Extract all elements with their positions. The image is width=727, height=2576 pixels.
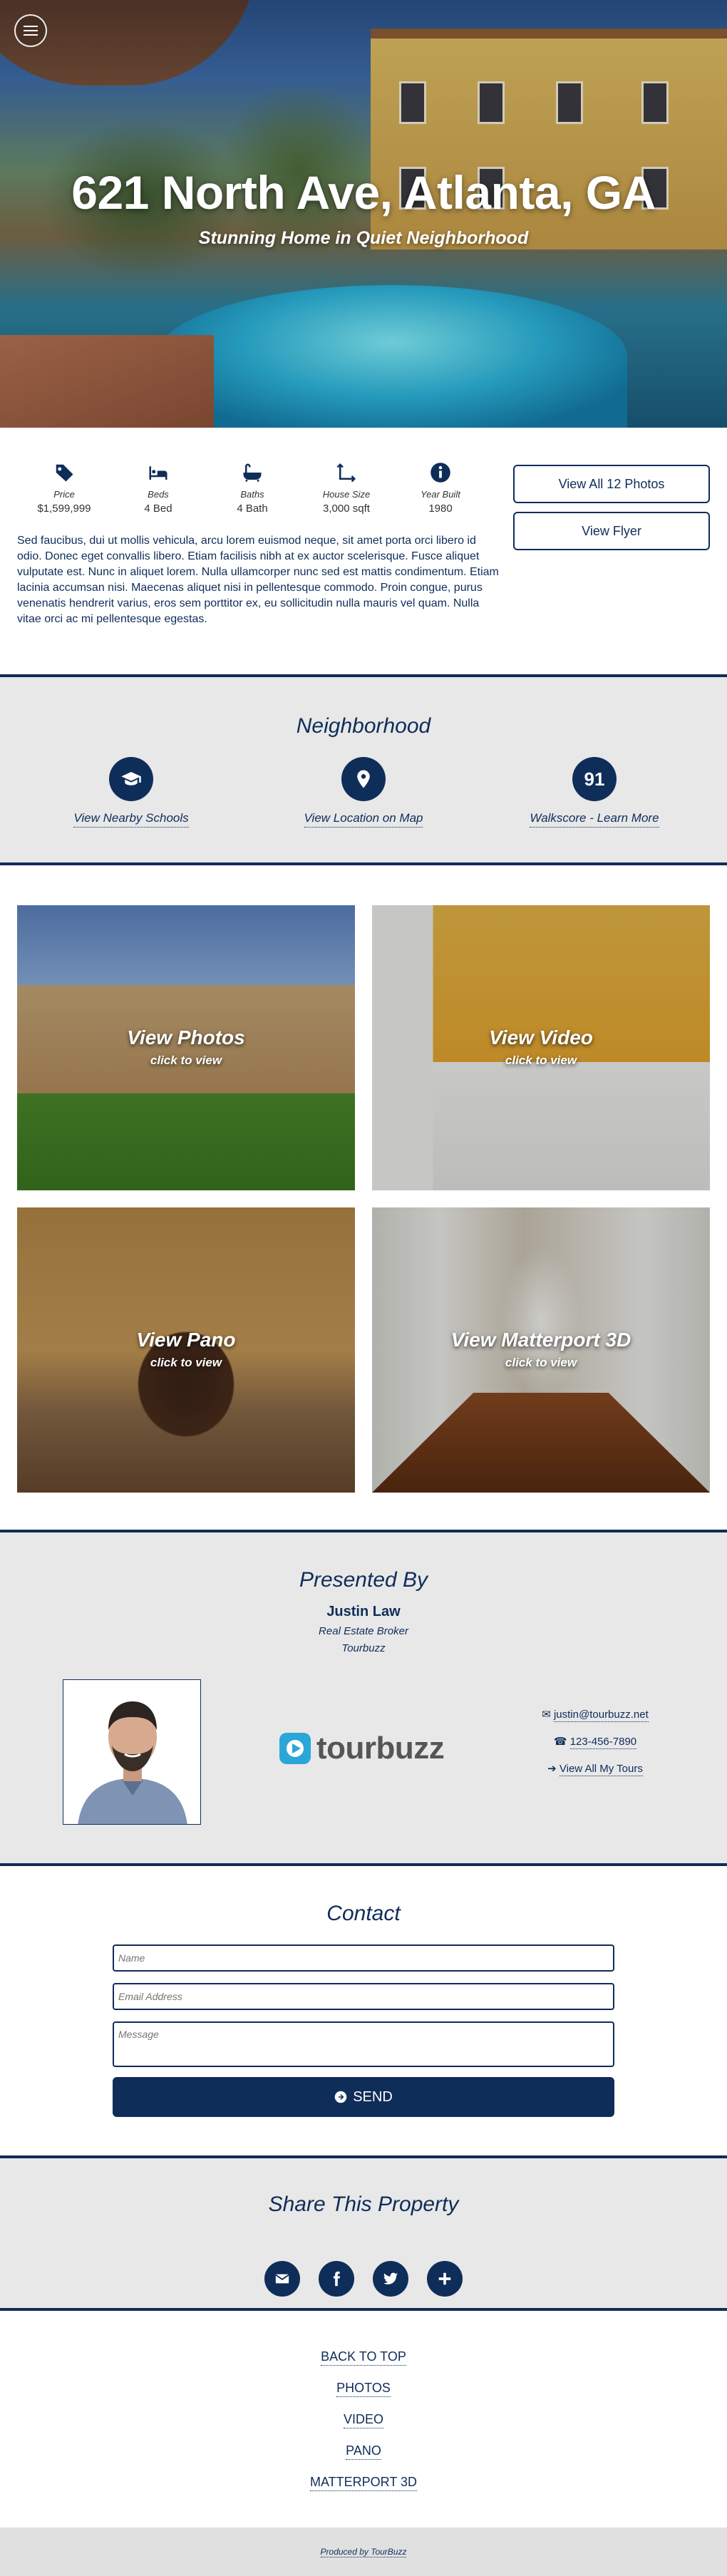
presented-by-title: Presented By: [299, 1568, 428, 1592]
house-size-icon: [336, 463, 356, 483]
agent-company: Tourbuzz: [341, 1642, 386, 1654]
contact-title: Contact: [326, 1902, 401, 1925]
price-tag-icon: [55, 464, 73, 482]
view-photos-tile[interactable]: View Photos click to view: [17, 905, 355, 1190]
agent-portrait-image: [63, 1680, 200, 1824]
property-address-title: 621 North Ave, Atlanta, GA: [71, 166, 656, 219]
walkscore-item[interactable]: 91 Walkscore - Learn More: [488, 757, 701, 828]
location-map-item[interactable]: View Location on Map: [257, 757, 470, 828]
share-section: Share This Property: [0, 2158, 727, 2309]
email-input[interactable]: [113, 1983, 614, 2010]
back-to-top-link[interactable]: BACK TO TOP: [321, 2349, 406, 2366]
graduation-cap-icon: [121, 772, 141, 785]
twitter-icon: [383, 2272, 398, 2284]
message-input[interactable]: [113, 2021, 614, 2067]
stat-price: Price $1,599,999: [17, 462, 111, 515]
neighborhood-section: Neighborhood View Nearby Schools View Lo…: [0, 677, 727, 862]
view-all-tours[interactable]: ➔ View All My Tours: [499, 1762, 691, 1776]
name-input[interactable]: [113, 1944, 614, 1972]
view-location-on-map-link[interactable]: View Location on Map: [304, 811, 423, 828]
footer-photos-link[interactable]: PHOTOS: [336, 2381, 391, 2397]
view-video-tile[interactable]: View Video click to view: [372, 905, 710, 1190]
stat-baths: Baths 4 Bath: [205, 462, 299, 515]
agent-role: Real Estate Broker: [319, 1625, 408, 1637]
tourbuzz-logo-icon: [279, 1733, 311, 1764]
send-button[interactable]: SEND: [113, 2077, 614, 2117]
view-flyer-button[interactable]: View Flyer: [513, 512, 710, 550]
view-matterport-tile[interactable]: View Matterport 3D click to view: [372, 1207, 710, 1493]
plus-icon: [438, 2272, 451, 2285]
arrow-circle-icon: [334, 2091, 347, 2103]
share-twitter-button[interactable]: [373, 2261, 408, 2297]
agent-photo: [63, 1679, 201, 1825]
hero-section: 621 North Ave, Atlanta, GA Stunning Home…: [0, 0, 727, 428]
bath-icon: [243, 463, 262, 483]
view-pano-tile[interactable]: View Pano click to view: [17, 1207, 355, 1493]
view-all-photos-button[interactable]: View All 12 Photos: [513, 465, 710, 503]
divider: [0, 862, 727, 865]
walkscore-badge: 91: [572, 757, 617, 801]
menu-button[interactable]: [14, 14, 47, 47]
tourbuzz-logo: tourbuzz: [279, 1731, 445, 1766]
neighborhood-title: Neighborhood: [296, 714, 431, 738]
share-email-button[interactable]: [264, 2261, 300, 2297]
agent-name: Justin Law: [326, 1604, 401, 1619]
envelope-icon: ✉: [542, 1709, 554, 1721]
footer-nav: BACK TO TOP PHOTOS VIDEO PANO MATTERPORT…: [0, 2314, 727, 2528]
footer-pano-link[interactable]: PANO: [346, 2443, 381, 2460]
view-nearby-schools-link[interactable]: View Nearby Schools: [73, 811, 189, 828]
footer-matterport-link[interactable]: MATTERPORT 3D: [309, 2475, 418, 2491]
share-facebook-button[interactable]: [319, 2261, 354, 2297]
presented-by-section: Presented By Justin Law Real Estate Brok…: [0, 1532, 727, 1865]
facebook-icon: [333, 2271, 341, 2287]
walkscore-link[interactable]: Walkscore - Learn More: [530, 811, 659, 828]
share-title: Share This Property: [268, 2193, 459, 2216]
footer-video-link[interactable]: VIDEO: [343, 2412, 383, 2428]
details-section: Price $1,599,999 Beds 4 Bed Baths 4 Bath…: [0, 428, 727, 676]
property-description: Sed faucibus, dui ut mollis vehicula, ar…: [17, 535, 499, 625]
agent-phone[interactable]: ☎ 123-456-7890: [499, 1735, 691, 1749]
arrow-circle-icon: ➔: [547, 1763, 560, 1775]
map-pin-icon: [357, 770, 370, 788]
envelope-icon: [275, 2274, 289, 2284]
property-stats: Price $1,599,999 Beds 4 Bed Baths 4 Bath…: [17, 462, 488, 515]
share-buttons: [0, 2261, 727, 2297]
property-page: 621 North Ave, Atlanta, GA Stunning Home…: [0, 0, 727, 2576]
agent-email[interactable]: ✉ justin@tourbuzz.net: [499, 1708, 691, 1722]
footer-bar: Produced by TourBuzz: [0, 2528, 727, 2576]
bed-icon: [149, 466, 167, 480]
share-more-button[interactable]: [427, 2261, 463, 2297]
stat-house-size: House Size 3,000 sqft: [299, 462, 393, 515]
property-subtitle: Stunning Home in Quiet Neighborhood: [198, 228, 529, 248]
divider: [0, 2308, 727, 2311]
stat-beds: Beds 4 Bed: [111, 462, 205, 515]
produced-by-link[interactable]: Produced by TourBuzz: [320, 2547, 407, 2557]
info-icon: [430, 463, 450, 483]
divider: [0, 1863, 727, 1866]
stat-year-built: Year Built 1980: [393, 462, 488, 515]
nearby-schools-item[interactable]: View Nearby Schools: [24, 757, 238, 828]
phone-icon: ☎: [553, 1736, 570, 1748]
contact-section: Contact SEND: [0, 1867, 727, 2155]
